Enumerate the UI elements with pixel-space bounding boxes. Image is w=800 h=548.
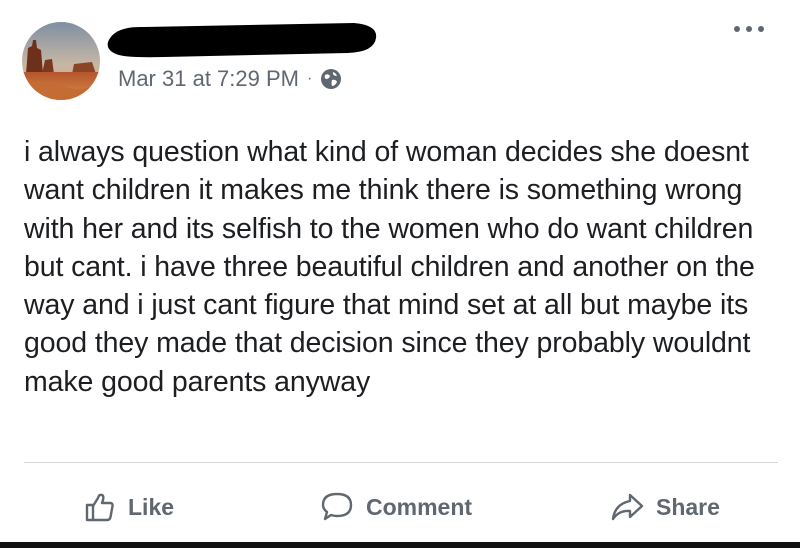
- more-options-button[interactable]: [734, 24, 764, 34]
- post-meta: Mar 31 at 7:29 PM ·: [118, 66, 342, 92]
- divider: [24, 462, 778, 463]
- like-label: Like: [128, 493, 175, 520]
- redacted-author-name: [107, 23, 377, 58]
- comment-button[interactable]: Comment: [320, 486, 472, 528]
- share-label: Share: [656, 493, 720, 520]
- thumbs-up-icon: [85, 493, 114, 522]
- meta-separator: ·: [306, 70, 313, 87]
- globe-icon[interactable]: [320, 68, 342, 90]
- comment-label: Comment: [366, 493, 473, 520]
- more-options-icon-dot: [758, 26, 764, 32]
- desert-landscape-image: [22, 22, 100, 100]
- more-options-icon-dot: [746, 26, 752, 32]
- comment-bubble-icon: [321, 492, 353, 521]
- share-button[interactable]: Share: [610, 486, 720, 528]
- share-arrow-icon: [611, 493, 644, 521]
- post-text: i always question what kind of woman dec…: [24, 136, 755, 398]
- post-timestamp[interactable]: Mar 31 at 7:29 PM: [118, 66, 299, 92]
- bottom-border: [0, 542, 800, 548]
- more-options-icon-dot: [734, 26, 740, 32]
- like-button[interactable]: Like: [84, 486, 174, 528]
- author-avatar[interactable]: [22, 22, 100, 100]
- post-actions-bar: Like Comment Share: [0, 486, 800, 528]
